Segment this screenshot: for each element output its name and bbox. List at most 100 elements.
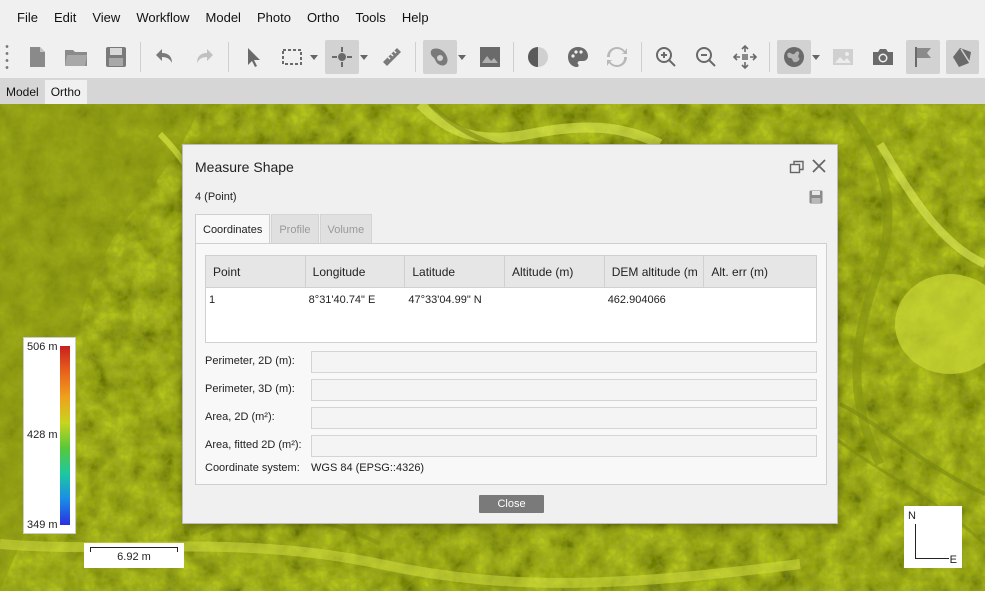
table-row[interactable]: 1 8°31'40.74" E 47°33'04.99" N 462.90406… — [206, 288, 816, 313]
rectangle-select-icon[interactable] — [276, 40, 310, 74]
compass-north-axis — [915, 524, 916, 558]
perimeter-3d-field[interactable] — [311, 379, 817, 401]
compass-east-axis — [915, 558, 949, 559]
column-header-alt-err[interactable]: Alt. err (m) — [704, 256, 816, 287]
measure-shape-dialog: Measure Shape 4 (Point) Coordinates Prof… — [182, 144, 838, 524]
open-folder-icon[interactable] — [60, 40, 94, 74]
close-button[interactable]: Close — [479, 495, 544, 513]
camera-icon[interactable] — [866, 40, 900, 74]
area-fitted-label: Area, fitted 2D (m²): — [205, 439, 302, 451]
perimeter-2d-field[interactable] — [311, 351, 817, 373]
area-fitted-field[interactable] — [311, 435, 817, 457]
column-header-latitude[interactable]: Latitude — [405, 256, 506, 287]
close-icon[interactable] — [811, 158, 827, 174]
point-marker-icon[interactable] — [325, 40, 359, 74]
fit-view-icon[interactable] — [729, 40, 763, 74]
toolbar-separator — [415, 42, 417, 72]
area-2d-field[interactable] — [311, 407, 817, 429]
globe-dropdown[interactable] — [811, 40, 821, 74]
menu-model[interactable]: Model — [198, 0, 249, 36]
table-header: Point Longitude Latitude Altitude (m) DE… — [206, 256, 816, 288]
dialog-title: Measure Shape — [195, 159, 294, 175]
undo-icon[interactable] — [148, 40, 182, 74]
compass-east-label: E — [949, 554, 957, 566]
rectangle-select-dropdown[interactable] — [309, 40, 319, 74]
shape-tool-dropdown[interactable] — [457, 40, 467, 74]
cell-latitude: 47°33'04.99" N — [408, 294, 482, 306]
restore-window-icon[interactable] — [789, 159, 805, 175]
area-2d-label: Area, 2D (m²): — [205, 411, 275, 423]
toolbar-separator — [641, 42, 643, 72]
dialog-tabs: Coordinates Profile Volume — [195, 214, 373, 244]
tab-ortho[interactable]: Ortho — [44, 80, 87, 104]
compass-north-label: N — [908, 510, 916, 522]
perimeter-3d-row: Perimeter, 3D (m): — [205, 379, 817, 401]
column-header-point[interactable]: Point — [206, 256, 306, 287]
perimeter-2d-label: Perimeter, 2D (m): — [205, 355, 295, 367]
new-document-icon[interactable] — [20, 40, 54, 74]
tab-model[interactable]: Model — [0, 80, 45, 104]
scale-bar: 6.92 m — [84, 543, 184, 568]
toolbar-separator — [513, 42, 515, 72]
shape-identifier: 4 (Point) — [195, 191, 237, 203]
perimeter-3d-label: Perimeter, 3D (m): — [205, 383, 295, 395]
shape-tool-icon[interactable] — [423, 40, 457, 74]
flag-shape-icon[interactable] — [945, 40, 980, 74]
pointer-icon[interactable] — [236, 40, 270, 74]
zoom-out-icon[interactable] — [689, 40, 723, 74]
coordinate-system-label: Coordinate system: — [205, 462, 300, 474]
globe-icon[interactable] — [777, 40, 811, 74]
menu-bar: File Edit View Workflow Model Photo Orth… — [0, 0, 985, 36]
legend-mid: 428 m — [27, 429, 58, 441]
toolbar-grip[interactable] — [4, 43, 10, 71]
column-header-longitude[interactable]: Longitude — [306, 256, 406, 287]
menu-file[interactable]: File — [9, 0, 46, 36]
toolbar-separator — [139, 42, 141, 72]
coordinate-system-value: WGS 84 (EPSG::4326) — [311, 462, 425, 474]
legend-color-ramp — [60, 346, 70, 525]
refresh-icon[interactable] — [601, 40, 635, 74]
zoom-in-icon[interactable] — [649, 40, 683, 74]
redo-icon[interactable] — [187, 40, 221, 74]
cell-alt-err — [704, 288, 816, 313]
legend-max: 506 m — [27, 341, 58, 353]
perimeter-2d-row: Perimeter, 2D (m): — [205, 351, 817, 373]
elevation-legend: 506 m 428 m 349 m — [23, 337, 76, 534]
column-header-altitude[interactable]: Altitude (m) — [505, 256, 605, 287]
main-toolbar — [0, 36, 985, 78]
menu-photo[interactable]: Photo — [249, 0, 299, 36]
legend-min: 349 m — [27, 519, 58, 531]
area-2d-row: Area, 2D (m²): — [205, 407, 817, 429]
area-fitted-row: Area, fitted 2D (m²): — [205, 435, 817, 457]
menu-view[interactable]: View — [84, 0, 128, 36]
tab-coordinates[interactable]: Coordinates — [195, 214, 271, 244]
ruler-icon[interactable] — [375, 40, 409, 74]
tab-profile[interactable]: Profile — [271, 214, 319, 244]
menu-tools[interactable]: Tools — [347, 0, 393, 36]
contrast-icon[interactable] — [521, 40, 555, 74]
image-icon[interactable] — [827, 40, 861, 74]
menu-workflow[interactable]: Workflow — [128, 0, 197, 36]
menu-edit[interactable]: Edit — [46, 0, 84, 36]
tab-volume[interactable]: Volume — [319, 214, 373, 244]
coordinate-system-row: Coordinate system: WGS 84 (EPSG::4326) — [205, 462, 424, 474]
coordinates-table[interactable]: Point Longitude Latitude Altitude (m) DE… — [205, 255, 817, 343]
view-tab-strip: Model Ortho — [0, 78, 985, 104]
image-edit-icon[interactable] — [473, 40, 507, 74]
save-icon[interactable] — [808, 189, 824, 205]
menu-ortho[interactable]: Ortho — [299, 0, 348, 36]
palette-icon[interactable] — [561, 40, 595, 74]
column-header-dem-altitude[interactable]: DEM altitude (m — [605, 256, 705, 287]
cell-dem-altitude: 462.904066 — [607, 294, 666, 306]
point-marker-dropdown[interactable] — [359, 40, 369, 74]
north-arrow: N E — [904, 506, 962, 568]
flag-icon[interactable] — [905, 40, 940, 74]
coordinates-panel: Point Longitude Latitude Altitude (m) DE… — [195, 243, 827, 485]
scale-bar-label: 6.92 m — [117, 551, 151, 563]
toolbar-separator — [769, 42, 771, 72]
toolbar-separator — [228, 42, 230, 72]
cell-altitude — [505, 288, 605, 313]
cell-point: 1 — [209, 294, 216, 306]
save-icon[interactable] — [99, 40, 133, 74]
menu-help[interactable]: Help — [394, 0, 437, 36]
